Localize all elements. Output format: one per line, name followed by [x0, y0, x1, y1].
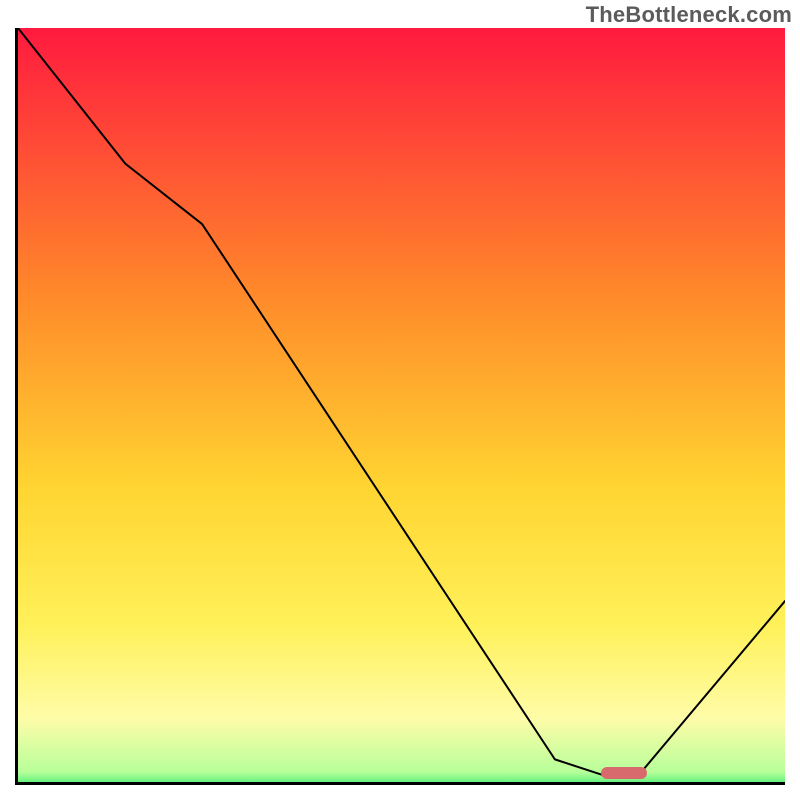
bottleneck-curve — [18, 28, 785, 782]
watermark-text: TheBottleneck.com — [586, 2, 792, 28]
optimal-range-marker — [601, 767, 647, 779]
chart-plot-area — [15, 28, 785, 785]
